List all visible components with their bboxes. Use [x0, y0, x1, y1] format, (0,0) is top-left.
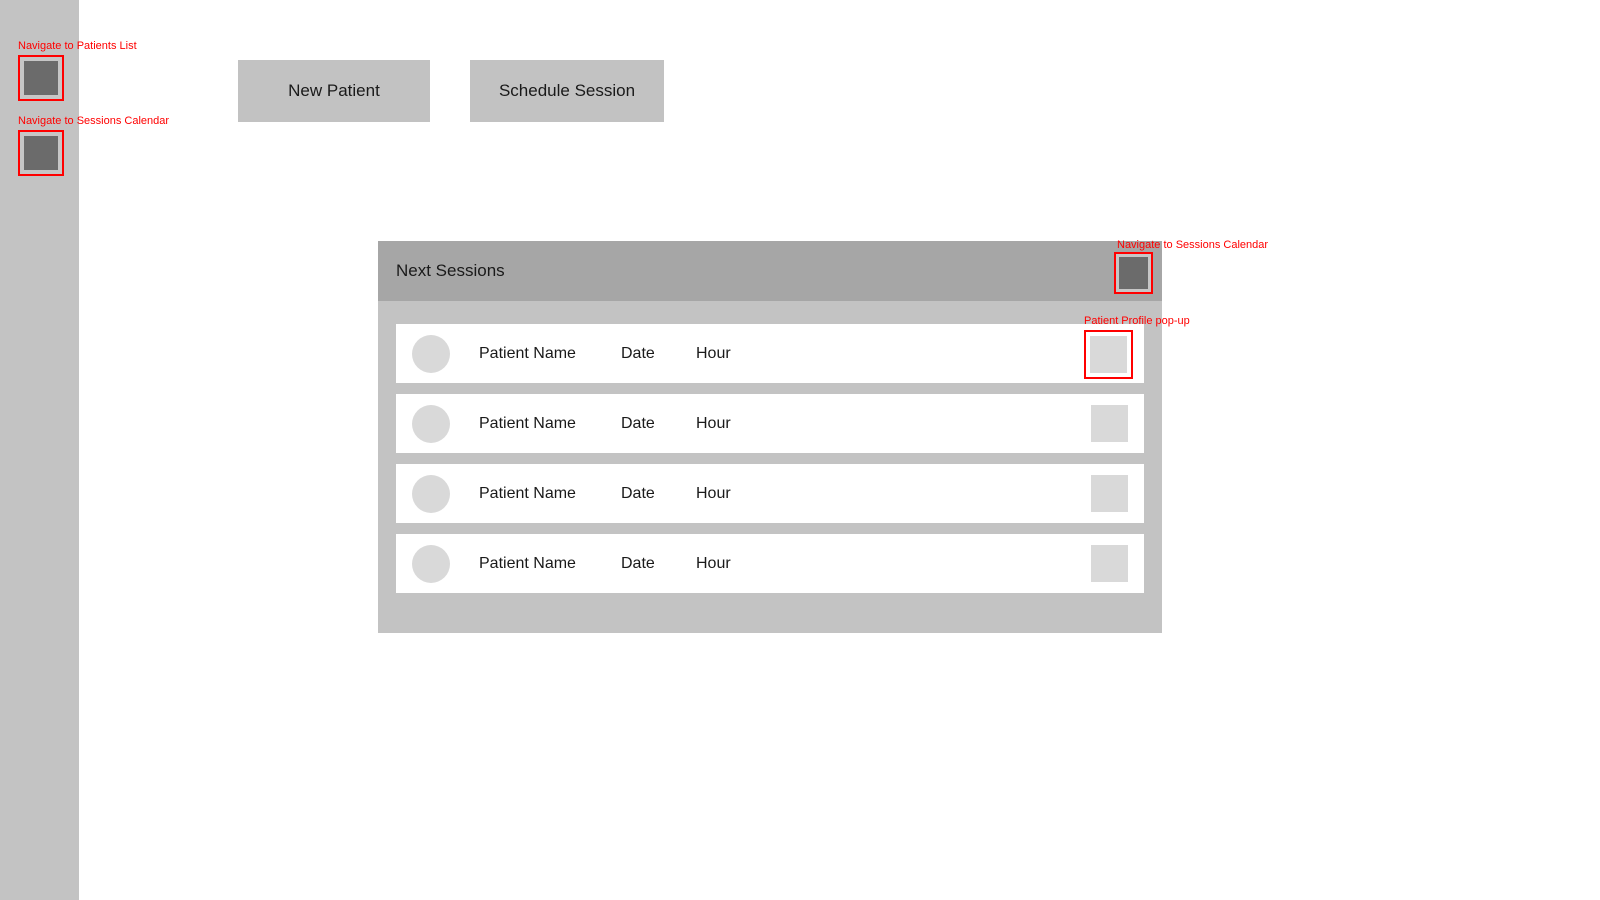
session-hour-cell: Hour: [696, 484, 731, 502]
sidebar-item-sessions-calendar-annotation: Navigate to Sessions Calendar: [18, 115, 169, 176]
annotation-label-patients-list: Navigate to Patients List: [18, 40, 137, 52]
square-placeholder-icon: [24, 61, 58, 95]
annotation-box-sessions-calendar: [18, 130, 64, 176]
sessions-list: Patient Name Date Hour Patient Profile p…: [378, 301, 1190, 593]
panel-sessions-calendar-button[interactable]: [1116, 254, 1151, 292]
table-row[interactable]: Patient Name Date Hour: [396, 394, 1144, 453]
avatar: [412, 544, 450, 583]
annotation-label-patient-profile: Patient Profile pop-up: [1084, 315, 1190, 327]
new-patient-button[interactable]: New Patient: [238, 60, 430, 122]
session-date-cell: Date: [621, 484, 655, 502]
annotation-box-patient-profile: Patient Profile pop-up: [1084, 315, 1190, 379]
annotation-box-panel-sessions-calendar: [1114, 252, 1153, 294]
session-date-cell: Date: [621, 344, 655, 362]
annotation-label-panel-sessions-calendar: Navigate to Sessions Calendar: [1117, 239, 1269, 251]
sidebar: Navigate to Patients List Navigate to Se…: [0, 0, 169, 900]
calendar-icon: [1119, 257, 1148, 289]
patient-profile-button[interactable]: [1090, 336, 1127, 373]
patient-profile-button[interactable]: [1091, 475, 1128, 512]
table-row[interactable]: Patient Name Date Hour: [396, 534, 1144, 593]
session-date-cell: Date: [621, 554, 655, 572]
sidebar-item-sessions-calendar[interactable]: [20, 132, 62, 174]
panel-calendar-button-annotation: Navigate to Sessions Calendar: [1114, 239, 1268, 294]
patient-name-cell: Patient Name: [479, 414, 576, 432]
sidebar-item-patients-list[interactable]: [20, 57, 62, 99]
patient-name-cell: Patient Name: [479, 344, 576, 362]
avatar: [412, 474, 450, 513]
annotation-box-patients-list: [18, 55, 64, 101]
panel-header: Next Sessions Navigate to Sessions Calen…: [378, 239, 1268, 301]
table-row[interactable]: Patient Name Date Hour Patient Profile p…: [396, 315, 1190, 383]
session-hour-cell: Hour: [696, 414, 731, 432]
patient-profile-button[interactable]: [1091, 545, 1128, 582]
patient-name-cell: Patient Name: [479, 484, 576, 502]
session-hour-cell: Hour: [696, 344, 731, 362]
avatar: [412, 404, 450, 443]
schedule-session-button[interactable]: Schedule Session: [470, 60, 664, 122]
patient-name-cell: Patient Name: [479, 554, 576, 572]
panel-title: Next Sessions: [396, 261, 505, 280]
table-row[interactable]: Patient Name Date Hour: [396, 464, 1144, 523]
patient-profile-button[interactable]: [1091, 405, 1128, 442]
session-hour-cell: Hour: [696, 554, 731, 572]
avatar: [412, 334, 450, 373]
square-placeholder-icon: [24, 136, 58, 170]
sidebar-item-patients-list-annotation: Navigate to Patients List: [18, 40, 137, 101]
session-date-cell: Date: [621, 414, 655, 432]
next-sessions-panel: Next Sessions Navigate to Sessions Calen…: [378, 239, 1268, 633]
annotation-label-sessions-calendar: Navigate to Sessions Calendar: [18, 115, 170, 127]
